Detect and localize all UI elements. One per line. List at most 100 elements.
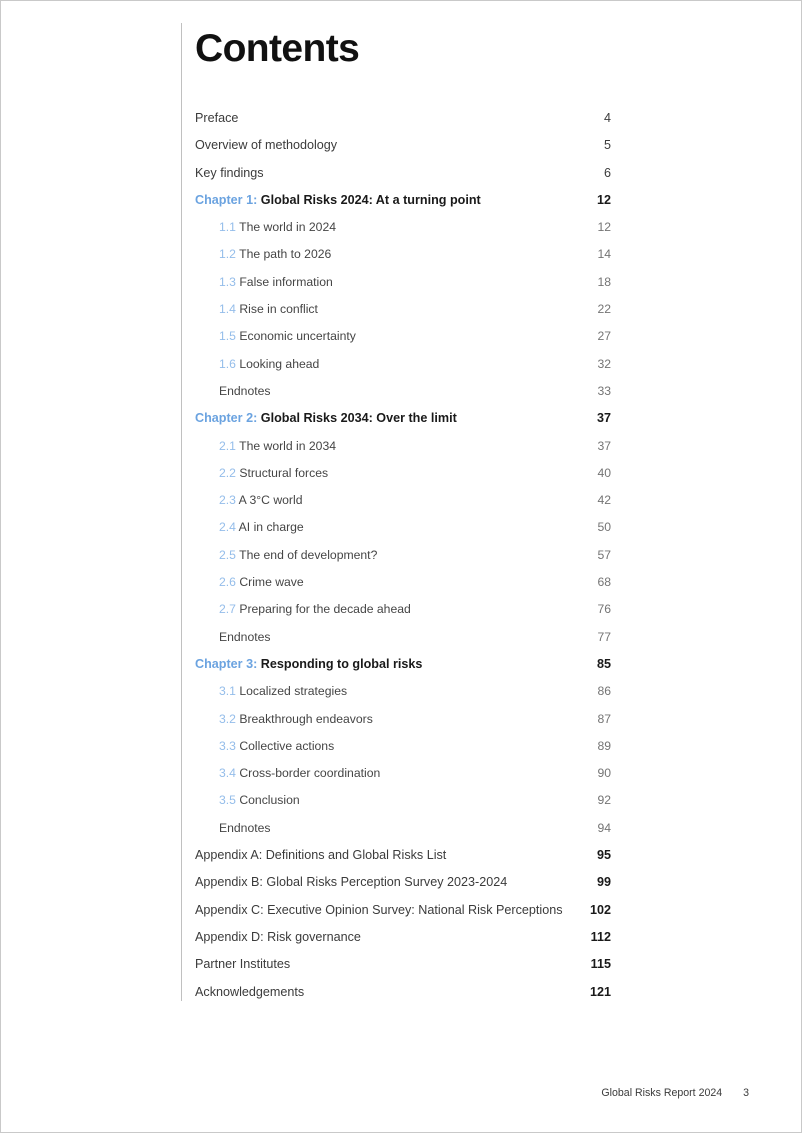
toc-page-number: 94 bbox=[597, 820, 611, 835]
toc-chapter-title: Responding to global risks bbox=[260, 656, 423, 671]
toc-page-number: 102 bbox=[589, 902, 611, 917]
toc-subsection-row[interactable]: 3.1 Localized strategies 86 bbox=[195, 684, 611, 711]
toc-subsection-row[interactable]: 1.6 Looking ahead 32 bbox=[195, 357, 611, 384]
toc-entry-row[interactable]: Overview of methodology 5 bbox=[195, 138, 611, 165]
toc-subsection-title: The world in 2034 bbox=[239, 438, 337, 453]
toc-subsection-number: 1.6 bbox=[219, 356, 236, 371]
toc-endnotes-row[interactable]: Endnotes 33 bbox=[195, 384, 611, 411]
toc-subsection-number: 1.3 bbox=[219, 274, 236, 289]
toc-entry-label: Preface bbox=[195, 111, 239, 125]
toc-subsection-title: Crime wave bbox=[239, 575, 304, 590]
toc-entry-row[interactable]: Key findings 6 bbox=[195, 166, 611, 193]
toc-subsection-row[interactable]: 2.2 Structural forces 40 bbox=[195, 466, 611, 493]
toc-subsection-row[interactable]: 2.4 AI in charge 50 bbox=[195, 520, 611, 547]
toc-entry-label: Appendix C: Executive Opinion Survey: Na… bbox=[195, 902, 563, 917]
toc-page-number: 33 bbox=[597, 383, 611, 398]
toc-subsection-title: False information bbox=[239, 274, 333, 289]
toc-endnotes-label: Endnotes bbox=[219, 629, 271, 644]
toc-chapter-row[interactable]: Chapter 3: Responding to global risks 85 bbox=[195, 657, 611, 684]
toc-subsection-number: 3.5 bbox=[219, 793, 236, 808]
toc-entry-label: Partner Institutes bbox=[195, 957, 291, 972]
toc-entry-row[interactable]: Acknowledgements 121 bbox=[195, 985, 611, 1012]
toc-subsection-row[interactable]: 1.1 The world in 2024 12 bbox=[195, 220, 611, 247]
toc-entry-row[interactable]: Appendix D: Risk governance 112 bbox=[195, 930, 611, 957]
toc-subsection-row[interactable]: 3.5 Conclusion 92 bbox=[195, 793, 611, 820]
toc-subsection-title: AI in charge bbox=[238, 520, 304, 535]
toc-subsection-title: The path to 2026 bbox=[239, 247, 332, 262]
toc-page-number: 27 bbox=[597, 329, 611, 344]
toc-page-number: 92 bbox=[597, 793, 611, 808]
toc-chapter-row[interactable]: Chapter 1: Global Risks 2024: At a turni… bbox=[195, 193, 611, 220]
toc-entry-row[interactable]: Appendix B: Global Risks Perception Surv… bbox=[195, 875, 611, 902]
toc-subsection-number: 2.7 bbox=[219, 602, 236, 617]
page-title: Contents bbox=[195, 27, 360, 70]
toc-entry-label: Overview of methodology bbox=[195, 138, 338, 153]
toc-subsection-row[interactable]: 1.2 The path to 2026 14 bbox=[195, 247, 611, 274]
toc-page-number: 121 bbox=[589, 984, 611, 999]
toc-subsection-number: 3.1 bbox=[219, 684, 236, 699]
toc-page-number: 112 bbox=[590, 929, 611, 944]
toc-subsection-number: 1.5 bbox=[219, 329, 236, 344]
toc-subsection-row[interactable]: 1.4 Rise in conflict 22 bbox=[195, 302, 611, 329]
toc-subsection-title: Conclusion bbox=[239, 793, 300, 808]
toc-endnotes-label: Endnotes bbox=[219, 820, 271, 835]
toc-subsection-number: 2.6 bbox=[219, 575, 236, 590]
toc-subsection-number: 2.3 bbox=[219, 493, 236, 508]
toc-page-number: 32 bbox=[597, 356, 611, 371]
toc-page-number: 22 bbox=[597, 302, 611, 317]
toc-page-number: 95 bbox=[596, 848, 611, 863]
toc-page-number: 87 bbox=[597, 711, 611, 726]
toc-subsection-row[interactable]: 3.3 Collective actions 89 bbox=[195, 739, 611, 766]
toc-page-number: 14 bbox=[597, 247, 611, 262]
footer-report-title: Global Risks Report 2024 bbox=[601, 1087, 723, 1099]
toc-page-number: 42 bbox=[597, 493, 611, 508]
toc-subsection-number: 1.2 bbox=[219, 247, 236, 262]
toc-subsection-title: Looking ahead bbox=[239, 356, 320, 371]
toc-subsection-title: Rise in conflict bbox=[239, 302, 318, 317]
toc-entry-row[interactable]: Preface 4 bbox=[195, 111, 611, 138]
table-of-contents: Preface 4 Overview of methodology 5 Key find… bbox=[195, 111, 611, 1012]
toc-page-number: 12 bbox=[596, 192, 611, 207]
toc-subsection-row[interactable]: 2.1 The world in 2034 37 bbox=[195, 439, 611, 466]
left-vertical-rule bbox=[181, 23, 182, 1001]
toc-subsection-title: A 3°C world bbox=[238, 493, 303, 508]
toc-subsection-number: 3.3 bbox=[219, 738, 236, 753]
toc-page-number: 37 bbox=[597, 438, 611, 453]
toc-page-number: 40 bbox=[597, 465, 611, 480]
page-footer: Global Risks Report 2024 3 bbox=[601, 1087, 749, 1099]
toc-subsection-row[interactable]: 3.2 Breakthrough endeavors 87 bbox=[195, 712, 611, 739]
toc-endnotes-row[interactable]: Endnotes 94 bbox=[195, 821, 611, 848]
toc-subsection-number: 2.2 bbox=[219, 465, 236, 480]
footer-page-number: 3 bbox=[743, 1087, 749, 1099]
toc-page-number: 57 bbox=[597, 547, 611, 562]
toc-subsection-row[interactable]: 3.4 Cross-border coordination 90 bbox=[195, 766, 611, 793]
toc-page-number: 77 bbox=[597, 629, 611, 644]
toc-subsection-number: 2.4 bbox=[219, 520, 236, 535]
toc-endnotes-label: Endnotes bbox=[219, 383, 271, 398]
toc-page-number: 85 bbox=[596, 656, 611, 671]
toc-chapter-tag: Chapter 2: bbox=[195, 411, 258, 426]
toc-chapter-row[interactable]: Chapter 2: Global Risks 2034: Over the l… bbox=[195, 411, 611, 438]
toc-subsection-row[interactable]: 2.5 The end of development? 57 bbox=[195, 548, 611, 575]
toc-subsection-number: 3.4 bbox=[219, 766, 236, 781]
toc-subsection-row[interactable]: 2.3 A 3°C world 42 bbox=[195, 493, 611, 520]
toc-entry-row[interactable]: Appendix A: Definitions and Global Risks… bbox=[195, 848, 611, 875]
toc-chapter-tag: Chapter 1: bbox=[195, 192, 258, 207]
toc-subsection-row[interactable]: 1.3 False information 18 bbox=[195, 275, 611, 302]
toc-subsection-title: Cross-border coordination bbox=[239, 766, 381, 781]
toc-subsection-title: Structural forces bbox=[239, 465, 329, 480]
toc-page-number: 37 bbox=[596, 411, 611, 426]
toc-entry-row[interactable]: Appendix C: Executive Opinion Survey: Na… bbox=[195, 903, 611, 930]
toc-subsection-title: Collective actions bbox=[239, 738, 335, 753]
toc-chapter-title: Global Risks 2034: Over the limit bbox=[260, 411, 457, 426]
toc-entry-row[interactable]: Partner Institutes 115 bbox=[195, 957, 611, 984]
toc-endnotes-row[interactable]: Endnotes 77 bbox=[195, 630, 611, 657]
toc-page-number: 4 bbox=[603, 111, 611, 125]
toc-chapter-title: Global Risks 2024: At a turning point bbox=[260, 192, 481, 207]
toc-entry-label: Acknowledgements bbox=[195, 984, 305, 999]
toc-subsection-title: Preparing for the decade ahead bbox=[239, 602, 411, 617]
toc-subsection-row[interactable]: 2.6 Crime wave 68 bbox=[195, 575, 611, 602]
toc-subsection-row[interactable]: 1.5 Economic uncertainty 27 bbox=[195, 329, 611, 356]
toc-page-number: 89 bbox=[597, 738, 611, 753]
toc-subsection-row[interactable]: 2.7 Preparing for the decade ahead 76 bbox=[195, 602, 611, 629]
